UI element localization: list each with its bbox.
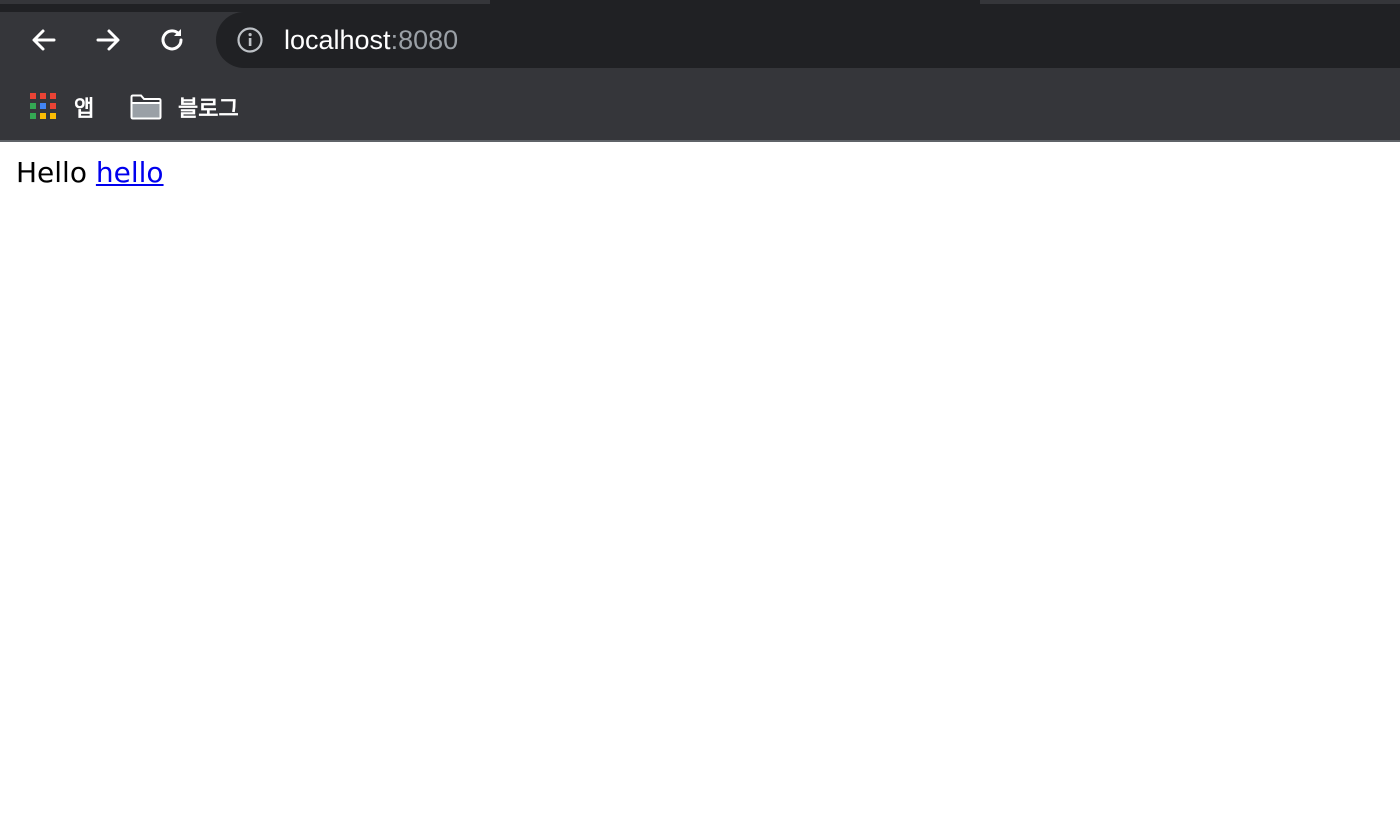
page-content: Hello hello [0,142,1400,830]
site-info-icon[interactable] [236,26,264,54]
apps-grid-dot [50,103,56,109]
bookmarks-bar: 앱 블로그 [0,74,1400,142]
hello-text: Hello [16,156,87,189]
bookmark-blog[interactable]: 블로그 [130,92,239,122]
bookmark-apps-label: 앱 [74,96,95,121]
browser-chrome: localhost:8080 앱 블로그 [0,0,1400,142]
apps-grid-dot [40,93,46,99]
reload-button[interactable] [152,20,192,60]
tab-right[interactable] [980,0,1400,4]
apps-grid-icon [30,93,58,121]
tab-left[interactable] [0,0,490,4]
apps-grid-dot [30,103,36,109]
apps-grid-dot [40,103,46,109]
address-bar[interactable]: localhost:8080 [216,12,1400,68]
folder-icon [130,94,162,120]
reload-icon [161,29,183,51]
url-text[interactable]: localhost:8080 [284,24,458,56]
back-button[interactable] [24,20,64,60]
toolbar: localhost:8080 [0,12,1400,68]
apps-grid-dot [30,113,36,119]
bookmark-blog-label: 블로그 [178,96,239,121]
apps-grid-dot [50,93,56,99]
forward-button[interactable] [88,20,128,60]
apps-grid-dot [40,113,46,119]
arrow-right-icon [96,29,120,51]
tab-strip [0,0,1400,12]
hello-link[interactable]: hello [96,156,164,189]
bookmark-apps[interactable]: 앱 [30,92,94,122]
page-line: Hello hello [16,156,164,189]
url-port: :8080 [390,25,459,55]
url-host: localhost [284,25,391,55]
arrow-left-icon [32,29,56,51]
apps-grid-dot [30,93,36,99]
apps-grid-dot [50,113,56,119]
